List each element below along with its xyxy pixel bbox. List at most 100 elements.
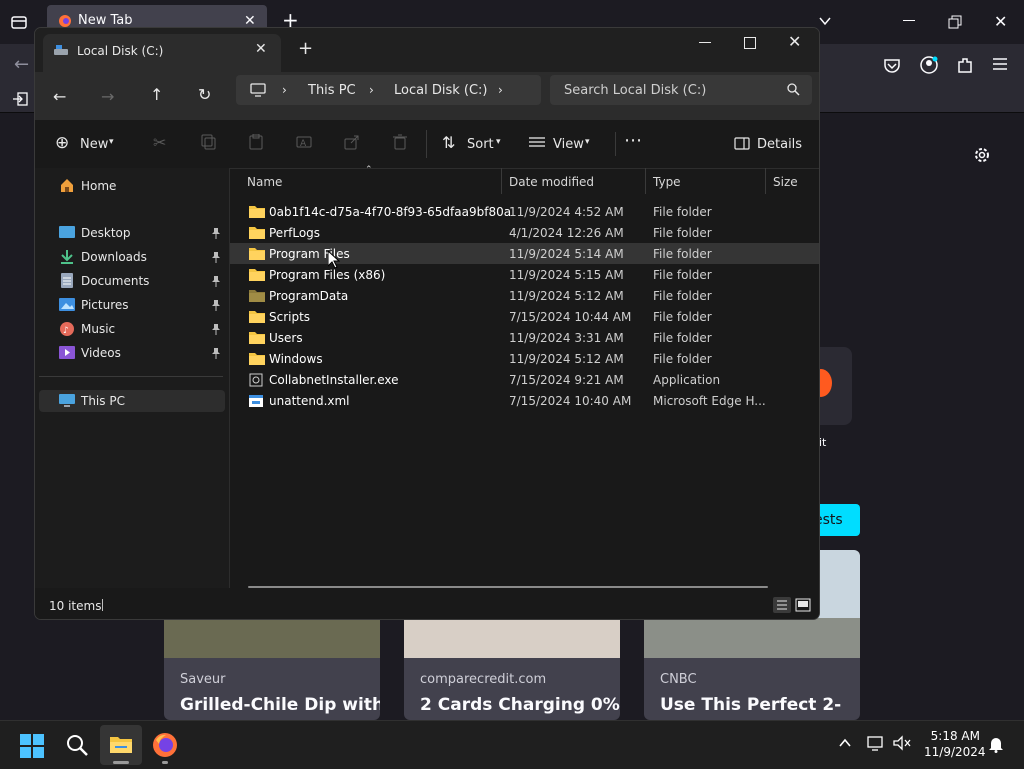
breadcrumb-chevron-icon[interactable]: ›: [498, 83, 503, 97]
pictures-icon: [59, 297, 75, 312]
up-arrow-icon[interactable]: ↑: [150, 85, 163, 104]
nav-item-pictures[interactable]: Pictures: [35, 294, 225, 316]
column-header-type[interactable]: Type: [653, 175, 681, 189]
maximize-icon[interactable]: [744, 37, 756, 49]
breadcrumb-this-pc[interactable]: This PC: [308, 83, 356, 98]
search-input[interactable]: Search Local Disk (C:): [550, 75, 812, 105]
refresh-icon[interactable]: ↻: [198, 85, 211, 104]
file-row[interactable]: Scripts 7/15/2024 10:44 AM File folder: [230, 306, 819, 327]
nav-item-videos[interactable]: Videos: [35, 342, 225, 364]
file-list: ⌃ Name Date modified Type Size 0ab1f14c-…: [230, 165, 819, 588]
clock-date[interactable]: 11/9/2024: [924, 745, 986, 759]
network-icon[interactable]: [867, 735, 885, 751]
breadcrumb-local-disk[interactable]: Local Disk (C:): [394, 83, 487, 98]
menu-hamburger-icon[interactable]: [992, 57, 1008, 71]
view-button[interactable]: View ▾: [527, 133, 597, 155]
file-row[interactable]: Windows 11/9/2024 5:12 AM File folder: [230, 348, 819, 369]
story-title: 2 Cards Charging 0%: [420, 695, 620, 715]
settings-gear-icon[interactable]: [973, 146, 991, 164]
column-header-name[interactable]: Name: [247, 175, 282, 189]
more-options-icon[interactable]: ⋯: [624, 130, 642, 151]
search-icon: [787, 83, 800, 96]
file-row[interactable]: Users 11/9/2024 3:31 AM File folder: [230, 327, 819, 348]
column-divider[interactable]: [645, 168, 646, 194]
firefox-taskbar-icon[interactable]: [152, 732, 178, 758]
close-window-icon[interactable]: ✕: [994, 12, 1007, 31]
file-type: File folder: [653, 289, 712, 303]
nav-item-home[interactable]: Home: [35, 175, 225, 197]
clock-time[interactable]: 5:18 AM: [924, 729, 980, 743]
exe-icon: [249, 373, 263, 387]
list-all-tabs-icon[interactable]: [818, 14, 832, 28]
pin-icon[interactable]: [211, 347, 221, 359]
pin-icon[interactable]: [211, 299, 221, 311]
nav-item-desktop[interactable]: Desktop: [35, 222, 225, 244]
extensions-icon[interactable]: [956, 56, 974, 74]
new-button[interactable]: ⊕ New ▾: [53, 133, 135, 155]
file-type: Microsoft Edge H...: [653, 394, 766, 408]
notification-bell-icon[interactable]: [988, 736, 1004, 753]
details-pane-button[interactable]: Details: [732, 133, 802, 155]
file-row[interactable]: 0ab1f14c-d75a-4f70-8f93-65dfaa9bf80a 11/9…: [230, 201, 819, 222]
pin-icon[interactable]: [211, 323, 221, 335]
column-divider[interactable]: [501, 168, 502, 194]
volume-muted-icon[interactable]: [893, 735, 911, 751]
folder-icon: [249, 226, 265, 239]
column-header-size[interactable]: Size: [773, 175, 798, 189]
address-bar[interactable]: › This PC › Local Disk (C:) ›: [236, 75, 541, 105]
details-view-toggle[interactable]: [773, 597, 791, 613]
file-row[interactable]: PerfLogs 4/1/2024 12:26 AM File folder: [230, 222, 819, 243]
column-header-date[interactable]: Date modified: [509, 175, 594, 189]
back-arrow-icon[interactable]: ←: [14, 54, 29, 75]
mouse-cursor-icon: [328, 251, 340, 269]
file-type: File folder: [653, 268, 712, 282]
xml-icon: [249, 394, 263, 408]
minimize-icon[interactable]: [903, 20, 915, 21]
computer-icon: [250, 83, 266, 97]
pin-icon[interactable]: [211, 275, 221, 287]
chevron-up-icon[interactable]: [838, 736, 852, 750]
new-tab-icon[interactable]: +: [298, 38, 313, 59]
file-row[interactable]: Program Files (x86) 11/9/2024 5:15 AM File…: [230, 264, 819, 285]
file-name: PerfLogs: [269, 226, 321, 240]
account-icon[interactable]: [920, 56, 938, 74]
tab-close-icon[interactable]: ✕: [255, 41, 267, 57]
nav-item-this-pc[interactable]: This PC: [39, 390, 225, 412]
back-arrow-icon[interactable]: ←: [53, 87, 66, 106]
breadcrumb-separator: ›: [282, 83, 287, 97]
file-row[interactable]: ProgramData 11/9/2024 5:12 AM File folder: [230, 285, 819, 306]
close-window-icon[interactable]: ✕: [788, 32, 801, 51]
file-row[interactable]: unattend.xml 7/15/2024 10:40 AM Microsoft …: [230, 390, 819, 411]
horizontal-scrollbar[interactable]: [248, 586, 768, 588]
nav-item-documents[interactable]: Documents: [35, 270, 225, 292]
restore-icon[interactable]: [948, 15, 962, 29]
forward-arrow-icon: →: [101, 87, 115, 106]
pin-icon[interactable]: [211, 251, 221, 263]
import-bookmarks-icon[interactable]: [12, 91, 28, 107]
running-indicator: [162, 761, 168, 764]
minimize-icon[interactable]: [699, 42, 711, 43]
pocket-icon[interactable]: [883, 56, 901, 74]
file-row[interactable]: CollabnetInstaller.exe 7/15/2024 9:21 AM A…: [230, 369, 819, 390]
column-divider[interactable]: [765, 168, 766, 194]
folder-icon: [249, 352, 265, 365]
sort-button[interactable]: ⇅ Sort ▾: [440, 133, 508, 155]
search-icon[interactable]: [66, 734, 88, 756]
firefox-logo-icon: [58, 14, 72, 28]
story-card[interactable]: Saveur Grilled-Chile Dip with: [164, 618, 380, 720]
pin-icon[interactable]: [211, 227, 221, 239]
file-row[interactable]: Program Files 11/9/2024 5:14 AM File folde…: [230, 243, 819, 264]
taskbar-file-explorer[interactable]: [100, 725, 142, 765]
story-card[interactable]: comparecredit.com 2 Cards Charging 0%: [404, 618, 620, 720]
file-name: CollabnetInstaller.exe: [269, 373, 399, 387]
nav-item-music[interactable]: ♪ Music: [35, 318, 225, 340]
nav-item-downloads[interactable]: Downloads: [35, 246, 225, 268]
story-title: Use This Perfect 2-: [660, 695, 842, 715]
tiles-view-toggle[interactable]: [795, 597, 811, 613]
chevron-down-icon: ▾: [496, 137, 501, 147]
windows-start-icon[interactable]: [20, 734, 44, 758]
folder-icon: [109, 733, 133, 755]
story-card[interactable]: CNBC Use This Perfect 2-: [644, 618, 860, 720]
tab-list-icon[interactable]: [10, 13, 28, 31]
file-date: 7/15/2024 9:21 AM: [509, 373, 624, 387]
